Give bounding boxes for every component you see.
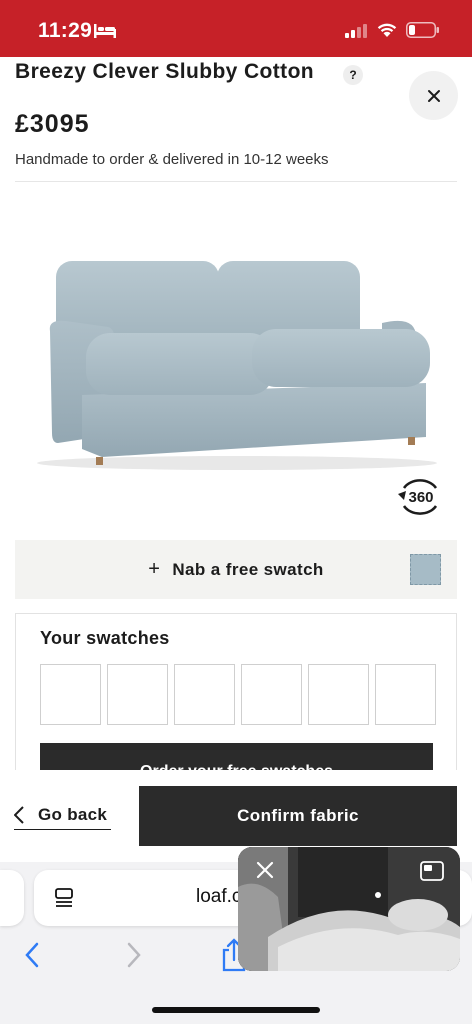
your-swatches-heading: Your swatches: [40, 628, 170, 648]
swatch-slot[interactable]: [308, 664, 369, 725]
plus-icon: +: [148, 558, 161, 580]
home-indicator: [152, 1007, 320, 1013]
battery-icon: [406, 22, 439, 38]
fabric-swatch-thumbnail: [410, 554, 441, 585]
swatch-slot[interactable]: [241, 664, 302, 725]
close-icon: [427, 89, 440, 102]
back-arrow-icon[interactable]: [24, 942, 40, 968]
pip-close-icon[interactable]: [256, 861, 274, 879]
url-text: loaf.c: [196, 886, 242, 907]
swatch-slot[interactable]: [375, 664, 436, 725]
picture-in-picture-video[interactable]: [238, 847, 460, 971]
forward-arrow-icon[interactable]: [126, 942, 142, 968]
header-divider: [15, 181, 457, 182]
sofa-image[interactable]: [22, 235, 442, 475]
reader-icon[interactable]: [54, 888, 74, 910]
chevron-left-icon: [14, 805, 24, 824]
status-bar: 11:29: [0, 0, 472, 57]
bed-icon: [94, 24, 116, 38]
close-button[interactable]: [409, 71, 458, 120]
swatch-slot[interactable]: [107, 664, 168, 725]
product-title: Breezy Clever Slubby Cotton: [15, 60, 315, 83]
status-time: 11:29: [38, 19, 93, 42]
free-swatch-button[interactable]: + Nab a free swatch: [15, 540, 457, 599]
swatch-slot[interactable]: [174, 664, 235, 725]
previous-tab[interactable]: [0, 870, 24, 926]
rotate-360-icon[interactable]: 360: [396, 478, 444, 516]
rotate-360-label: 360: [408, 489, 433, 506]
product-price: £3095: [15, 110, 90, 138]
go-back-link[interactable]: Go back: [14, 800, 111, 830]
wifi-icon: [377, 23, 397, 37]
go-back-label: Go back: [38, 804, 108, 824]
confirm-fabric-button[interactable]: Confirm fabric: [139, 786, 457, 846]
free-swatch-label: Nab a free swatch: [172, 559, 324, 579]
help-badge[interactable]: ?: [343, 65, 363, 85]
signal-icon: [345, 24, 367, 38]
swatch-slots: [40, 664, 436, 725]
delivery-note: Handmade to order & delivered in 10-12 w…: [15, 151, 329, 168]
pip-restore-icon[interactable]: [420, 861, 444, 881]
swatch-slot[interactable]: [40, 664, 101, 725]
